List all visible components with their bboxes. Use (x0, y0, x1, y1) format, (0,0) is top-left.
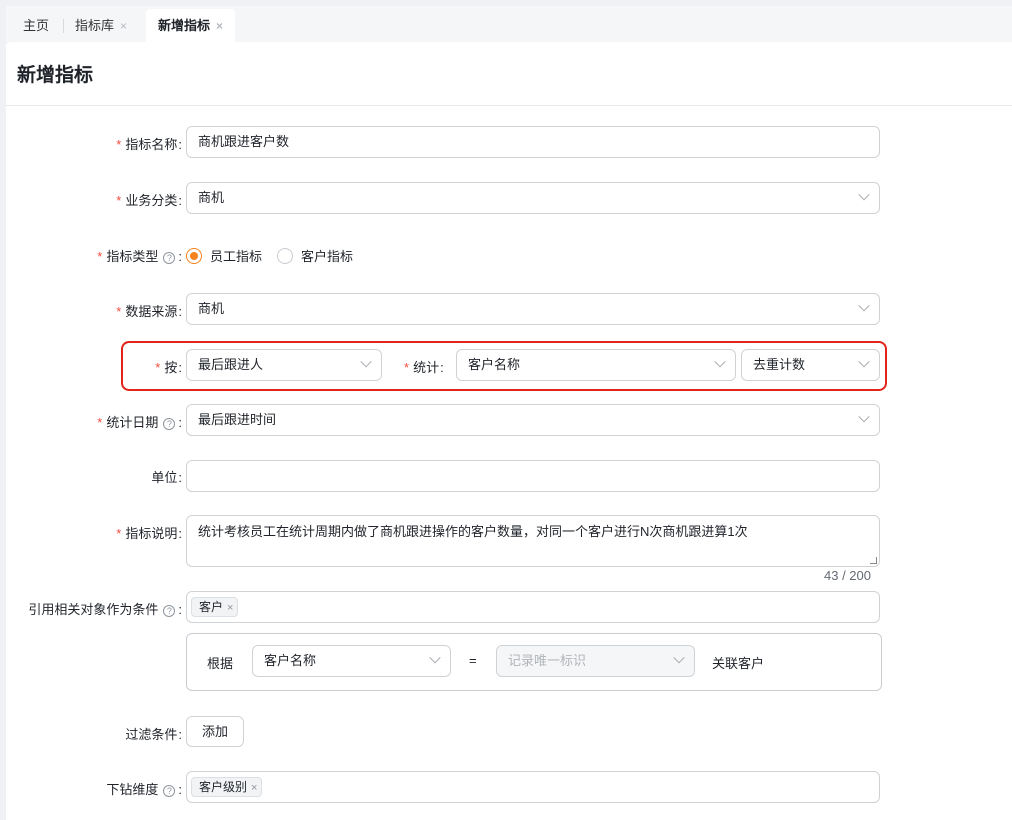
title-divider (6, 105, 1012, 106)
required-icon: * (155, 360, 161, 375)
close-icon[interactable]: × (216, 19, 223, 33)
tab-divider (63, 19, 64, 33)
form-panel: 新增指标 * 指标名称: 商机跟进客户数 * 业务分类: 商机 * 指标类型?: 员工… (6, 42, 1012, 820)
metric-name-label: * 指标名称: (116, 137, 182, 152)
group-by-select[interactable]: 最后跟进人 (186, 349, 382, 381)
required-icon: * (116, 526, 122, 541)
data-source-select[interactable]: 商机 (186, 293, 880, 325)
add-filter-button[interactable]: 添加 (186, 716, 244, 747)
group-by-label: * 按: (155, 360, 182, 375)
chevron-down-icon (714, 356, 726, 368)
condition-field-select[interactable]: 客户名称 (252, 645, 451, 677)
chevron-down-icon (673, 652, 685, 664)
condition-operator: = (469, 653, 477, 668)
resize-handle[interactable] (870, 557, 877, 564)
stat-date-label: * 统计日期?: (97, 415, 182, 430)
chevron-down-icon (429, 652, 441, 664)
radio-unchecked-icon (277, 248, 293, 264)
close-icon[interactable]: × (120, 19, 127, 33)
tag-close-icon[interactable]: × (227, 602, 233, 614)
chevron-down-icon (858, 189, 870, 201)
unit-input[interactable] (186, 460, 880, 492)
aggregation-select[interactable]: 去重计数 (741, 349, 880, 381)
description-label: * 指标说明: (116, 526, 182, 541)
radio-checked-icon (186, 248, 202, 264)
description-textarea[interactable]: 统计考核员工在统计周期内做了商机跟进操作的客户数量，对同一个客户进行N次商机跟进… (186, 515, 880, 567)
stat-date-select[interactable]: 最后跟进时间 (186, 404, 880, 436)
char-counter: 43 / 200 (824, 568, 871, 583)
condition-target-select: 记录唯一标识 (496, 645, 695, 677)
drill-dimension-label: 下钻维度?: (106, 782, 182, 797)
reference-object-select[interactable]: 客户 × (186, 591, 880, 623)
radio-customer-metric[interactable]: 客户指标 (277, 246, 353, 265)
category-select[interactable]: 商机 (186, 182, 880, 214)
tab-home[interactable]: 主页 (23, 9, 49, 42)
page-title: 新增指标 (17, 65, 94, 86)
tab-metric-library[interactable]: 指标库 × (75, 9, 127, 42)
required-icon: * (97, 249, 103, 264)
condition-suffix: 关联客户 (712, 656, 765, 671)
statistic-field-select[interactable]: 客户名称 (456, 349, 736, 381)
required-icon: * (97, 415, 103, 430)
radio-employee-metric[interactable]: 员工指标 (186, 246, 262, 265)
tab-new-metric[interactable]: 新增指标 × (146, 9, 236, 42)
help-icon[interactable]: ? (163, 418, 176, 430)
condition-box: 根据 客户名称 = 记录唯一标识 关联客户 (186, 633, 882, 691)
data-source-label: * 数据来源: (116, 304, 182, 319)
metric-type-label: * 指标类型?: (97, 249, 182, 264)
tag-customer-level: 客户级别 × (191, 777, 263, 797)
chevron-down-icon (360, 356, 372, 368)
reference-object-label: 引用相关对象作为条件?: (28, 602, 182, 617)
help-icon[interactable]: ? (163, 605, 176, 617)
required-icon: * (116, 304, 122, 319)
unit-label: 单位: (151, 470, 182, 485)
drill-dimension-select[interactable]: 客户级别 × (186, 771, 880, 803)
chevron-down-icon (858, 300, 870, 312)
tag-close-icon[interactable]: × (251, 782, 257, 794)
tag-customer: 客户 × (191, 597, 239, 617)
required-icon: * (404, 360, 410, 375)
metric-name-input[interactable]: 商机跟进客户数 (186, 126, 880, 158)
help-icon[interactable]: ? (163, 785, 176, 797)
statistic-label: * 统计: (404, 360, 444, 375)
category-label: * 业务分类: (116, 193, 182, 208)
condition-prefix: 根据 (207, 656, 234, 671)
required-icon: * (116, 137, 122, 152)
chevron-down-icon (858, 356, 870, 368)
filter-label: 过滤条件: (125, 727, 182, 742)
tab-bar: 主页 指标库 × 新增指标 × (6, 6, 1012, 42)
help-icon[interactable]: ? (163, 252, 176, 264)
required-icon: * (116, 193, 122, 208)
chevron-down-icon (858, 411, 870, 423)
